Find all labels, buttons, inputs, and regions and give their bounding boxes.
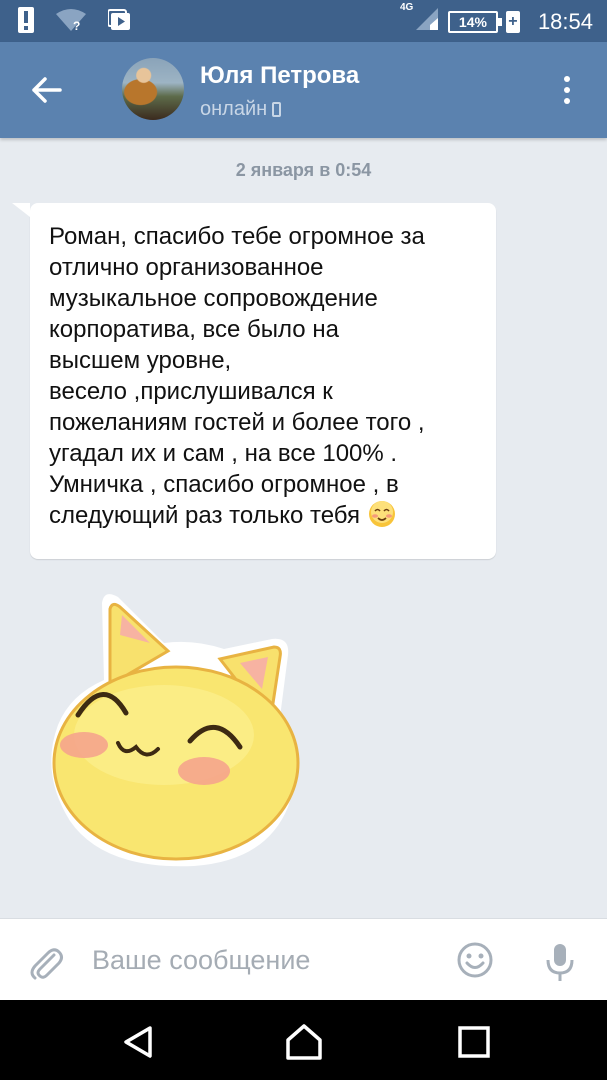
alert-icon (18, 7, 34, 33)
home-icon (286, 1024, 322, 1060)
overflow-menu-button[interactable] (555, 76, 579, 106)
dot-icon (564, 87, 570, 93)
paperclip-icon (30, 948, 63, 980)
contact-status: онлайн (200, 98, 282, 121)
battery-level: 14% (458, 13, 487, 30)
wifi-question-icon: ? (56, 9, 86, 32)
message-text: Роман, спасибо тебе огромное за отлично … (49, 223, 425, 529)
clock: 18:54 (537, 8, 593, 34)
smiley-icon (457, 942, 493, 978)
emoji-button[interactable] (456, 941, 494, 979)
network-type: 4G (399, 2, 414, 13)
nav-back-button[interactable] (118, 1020, 162, 1064)
smiling-cat-sticker[interactable] (44, 585, 310, 868)
arrow-left-icon (32, 77, 62, 103)
attach-button[interactable] (28, 941, 64, 981)
message-bubble[interactable]: Роман, спасибо тебе огромное за отлично … (12, 203, 496, 559)
media-icon (108, 9, 130, 30)
chat-header: Юля Петрова онлайн (0, 42, 607, 138)
voice-message-button[interactable] (544, 941, 576, 983)
contact-name[interactable]: Юля Петрова (200, 62, 359, 90)
signal-icon (415, 8, 438, 30)
battery-icon: 14% (447, 10, 502, 33)
nav-recents-button[interactable] (452, 1020, 496, 1064)
online-status-text: онлайн (200, 98, 268, 120)
back-button[interactable] (24, 72, 68, 108)
microphone-icon (546, 944, 574, 981)
dot-icon (564, 76, 570, 82)
mobile-phone-icon (272, 102, 282, 117)
status-bar: ? 4G 14% + 18:54 (0, 0, 607, 42)
triangle-back-icon (124, 1026, 152, 1058)
nav-home-button[interactable] (282, 1020, 326, 1064)
date-separator: 2 января в 0:54 (235, 160, 372, 180)
avatar[interactable] (122, 58, 184, 120)
smiling-emoji-icon (369, 501, 396, 527)
dot-icon (564, 98, 570, 104)
charging-plus: + (505, 10, 520, 33)
system-navigation-bar (0, 1000, 607, 1080)
square-recents-icon (458, 1026, 490, 1058)
signal-indicator: 4G (400, 2, 440, 37)
svg-text:?: ? (73, 19, 80, 32)
message-input[interactable] (90, 933, 434, 987)
message-input-bar (0, 918, 607, 1001)
